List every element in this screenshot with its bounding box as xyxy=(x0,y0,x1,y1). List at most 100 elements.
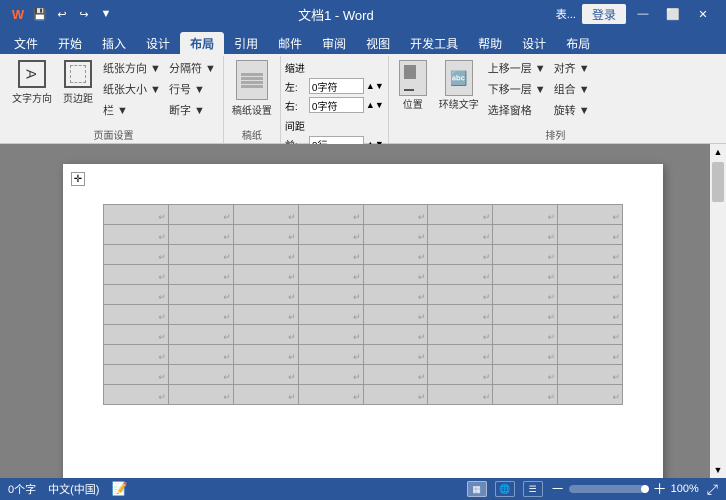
table-cell[interactable] xyxy=(493,305,558,325)
scroll-down-button[interactable]: ▼ xyxy=(710,462,726,478)
table-cell[interactable] xyxy=(428,245,493,265)
tab-layout[interactable]: 布局 xyxy=(180,32,224,54)
table-cell[interactable] xyxy=(363,225,428,245)
table-cell[interactable] xyxy=(558,305,623,325)
rotate-button[interactable]: 旋转 ▼ xyxy=(551,101,593,119)
zoom-level-label[interactable]: 100% xyxy=(671,483,699,495)
table-cell[interactable] xyxy=(298,365,363,385)
login-button[interactable]: 登录 xyxy=(582,4,626,24)
table-cell[interactable] xyxy=(428,285,493,305)
table-cell[interactable] xyxy=(168,205,233,225)
table-cell[interactable] xyxy=(428,385,493,405)
table-cell[interactable] xyxy=(298,325,363,345)
table-cell[interactable] xyxy=(233,385,298,405)
orientation-button[interactable]: 纸张方向 ▼ xyxy=(100,59,164,77)
outline-view-button[interactable]: ☰ xyxy=(523,481,543,497)
table-cell[interactable] xyxy=(168,305,233,325)
table-cell[interactable] xyxy=(104,285,169,305)
tab-file[interactable]: 文件 xyxy=(4,32,48,54)
table-cell[interactable] xyxy=(558,245,623,265)
table-cell[interactable] xyxy=(493,385,558,405)
redo-button[interactable]: ↪ xyxy=(74,4,94,24)
table-cell[interactable] xyxy=(168,365,233,385)
line-numbers-button[interactable]: 行号 ▼ xyxy=(166,80,219,98)
send-backward-button[interactable]: 下移一层 ▼ xyxy=(485,80,549,98)
group-button[interactable]: 组合 ▼ xyxy=(551,80,593,98)
tab-design[interactable]: 设计 xyxy=(136,32,180,54)
tab-review[interactable]: 审阅 xyxy=(312,32,356,54)
table-cell[interactable] xyxy=(363,285,428,305)
restore-button[interactable]: ⬜ xyxy=(658,0,688,28)
table-cell[interactable] xyxy=(363,345,428,365)
table-cell[interactable] xyxy=(493,205,558,225)
table-cell[interactable] xyxy=(558,265,623,285)
table-move-handle[interactable]: ✛ xyxy=(71,172,85,186)
table-cell[interactable] xyxy=(233,245,298,265)
table-cell[interactable] xyxy=(298,225,363,245)
tab-table-layout[interactable]: 布局 xyxy=(556,32,600,54)
wrap-text-button[interactable]: 🔤 环绕文字 xyxy=(435,58,483,113)
save-button[interactable]: 💾 xyxy=(30,4,50,24)
spell-check-icon[interactable]: 📝 xyxy=(111,481,127,497)
table-cell[interactable] xyxy=(104,305,169,325)
bring-forward-button[interactable]: 上移一层 ▼ xyxy=(485,59,549,77)
table-cell[interactable] xyxy=(168,325,233,345)
text-direction-button[interactable]: A 文字方向 xyxy=(8,58,56,107)
expand-view-button[interactable]: ⤢ xyxy=(707,481,718,498)
table-cell[interactable] xyxy=(558,205,623,225)
tab-mailings[interactable]: 邮件 xyxy=(268,32,312,54)
table-cell[interactable] xyxy=(104,345,169,365)
table-cell[interactable] xyxy=(168,385,233,405)
position-button[interactable]: 位置 xyxy=(393,58,433,113)
table-cell[interactable] xyxy=(298,305,363,325)
table-cell[interactable] xyxy=(428,225,493,245)
table-cell[interactable] xyxy=(363,365,428,385)
zoom-in-button[interactable]: ＋ xyxy=(653,479,667,499)
table-cell[interactable] xyxy=(558,345,623,365)
table-cell[interactable] xyxy=(233,325,298,345)
indent-left-input[interactable] xyxy=(309,78,364,94)
table-cell[interactable] xyxy=(168,265,233,285)
table-cell[interactable] xyxy=(363,205,428,225)
breaks-button[interactable]: 分隔符 ▼ xyxy=(166,59,219,77)
undo-button[interactable]: ↩ xyxy=(52,4,72,24)
table-cell[interactable] xyxy=(363,265,428,285)
selection-pane-button[interactable]: 选择窗格 xyxy=(485,101,549,119)
tab-table-design[interactable]: 设计 xyxy=(512,32,556,54)
table-cell[interactable] xyxy=(558,285,623,305)
table-cell[interactable] xyxy=(493,225,558,245)
table-cell[interactable] xyxy=(104,325,169,345)
zoom-out-button[interactable]: － xyxy=(551,479,565,499)
tab-developer[interactable]: 开发工具 xyxy=(400,32,468,54)
table-cell[interactable] xyxy=(233,205,298,225)
close-button[interactable]: ✕ xyxy=(688,0,718,28)
indent-right-spin[interactable]: ▲▼ xyxy=(366,100,384,110)
table-cell[interactable] xyxy=(493,365,558,385)
table-cell[interactable] xyxy=(428,345,493,365)
table-cell[interactable] xyxy=(428,365,493,385)
tab-help[interactable]: 帮助 xyxy=(468,32,512,54)
align-button[interactable]: 对齐 ▼ xyxy=(551,59,593,77)
table-cell[interactable] xyxy=(168,225,233,245)
table-cell[interactable] xyxy=(168,345,233,365)
table-cell[interactable] xyxy=(233,345,298,365)
table-cell[interactable] xyxy=(428,325,493,345)
table-cell[interactable] xyxy=(558,225,623,245)
table-cell[interactable] xyxy=(493,345,558,365)
table-cell[interactable] xyxy=(493,285,558,305)
table-cell[interactable] xyxy=(233,225,298,245)
language-label[interactable]: 中文(中国) xyxy=(48,481,99,497)
table-cell[interactable] xyxy=(363,325,428,345)
table-cell[interactable] xyxy=(104,225,169,245)
table-cell[interactable] xyxy=(558,325,623,345)
table-cell[interactable] xyxy=(428,265,493,285)
table-cell[interactable] xyxy=(168,285,233,305)
scroll-up-button[interactable]: ▲ xyxy=(710,144,726,160)
table-cell[interactable] xyxy=(233,305,298,325)
table-cell[interactable] xyxy=(233,265,298,285)
table-cell[interactable] xyxy=(233,365,298,385)
table-cell[interactable] xyxy=(298,285,363,305)
table-cell[interactable] xyxy=(428,305,493,325)
table-cell[interactable] xyxy=(104,365,169,385)
table-cell[interactable] xyxy=(168,245,233,265)
